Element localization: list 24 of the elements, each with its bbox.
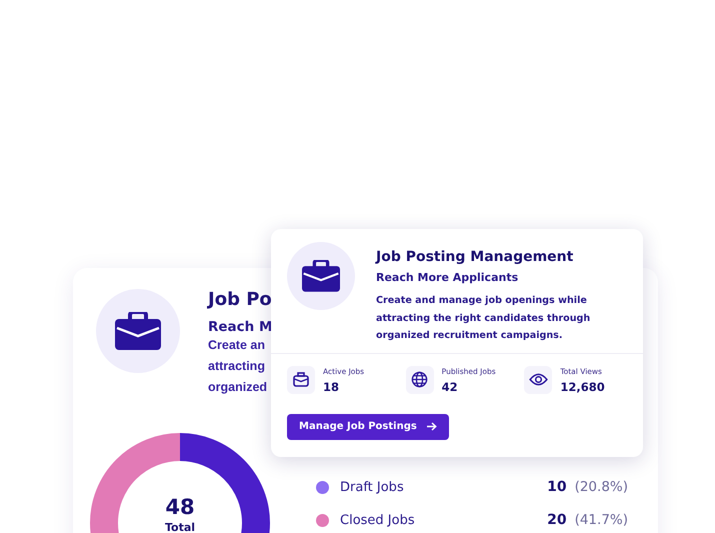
card-title: Job Po [208, 289, 272, 311]
total-label: Total [164, 521, 196, 533]
description-line: attracting [208, 358, 266, 375]
legend-count: 20 [547, 512, 567, 528]
legend-count: 10 [547, 479, 567, 495]
total-count: 48 [165, 495, 195, 519]
description-line: organized [208, 379, 268, 396]
legend-label: Closed Jobs [340, 512, 416, 528]
briefcase-icon [287, 366, 315, 394]
eye-icon [524, 366, 552, 394]
legend-percent: (20.8%) [574, 479, 628, 495]
card-subtitle: Reach More Applicants [376, 271, 520, 284]
stat-value: 42 [442, 380, 459, 394]
card-title: Job Posting Management [376, 249, 574, 265]
card-description: Create and manage job openings while attracting the right candidates through organized recruitment campaigns. [376, 294, 591, 343]
globe-icon [406, 366, 434, 394]
manage-job-postings-button[interactable]: Manage Job Postings [287, 414, 449, 440]
arrow-right-icon [426, 422, 437, 431]
stat-value: 12,680 [560, 380, 605, 394]
stat-value: 18 [323, 380, 340, 394]
legend-percent: (41.7%) [574, 512, 628, 528]
card-subtitle: Reach M [208, 319, 272, 335]
legend-label: Draft Jobs [340, 480, 405, 494]
description-line: Create an [208, 337, 266, 354]
